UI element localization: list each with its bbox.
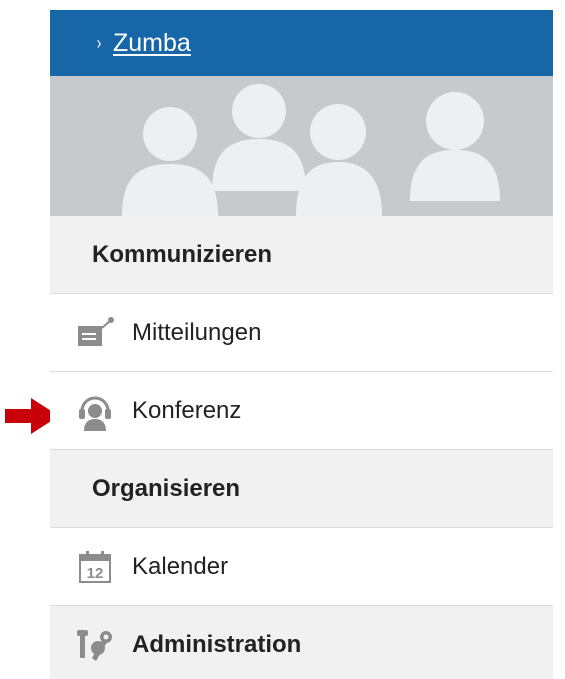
section-administration[interactable]: Administration — [50, 606, 553, 679]
chevron-right-icon: › — [96, 32, 102, 53]
message-board-icon — [66, 313, 124, 353]
menu-item-mitteilungen[interactable]: Mitteilungen — [50, 294, 553, 372]
menu-item-label: Kalender — [132, 552, 229, 580]
menu-item-label: Konferenz — [132, 396, 242, 424]
calendar-icon: 12 — [66, 547, 124, 587]
group-header[interactable]: › Zumba — [50, 10, 553, 76]
section-organisieren: Organisieren — [50, 450, 553, 528]
section-label: Kommunizieren — [92, 240, 273, 268]
section-label: Administration — [132, 631, 302, 658]
page: › Zumba Kommunizieren Mitteilungen Konfe… — [0, 0, 565, 679]
people-avatars-icon — [122, 84, 500, 216]
group-name-link[interactable]: Zumba — [113, 29, 191, 58]
group-sidebar: › Zumba Kommunizieren Mitteilungen Konfe… — [50, 10, 553, 679]
tools-icon — [66, 625, 124, 665]
section-label: Organisieren — [92, 474, 241, 502]
section-kommunizieren: Kommunizieren — [50, 216, 553, 294]
group-banner — [50, 76, 553, 216]
menu-item-kalender[interactable]: 12 Kalender — [50, 528, 553, 606]
headset-conference-icon — [66, 391, 124, 431]
calendar-day-number: 12 — [87, 565, 104, 582]
menu-item-label: Mitteilungen — [132, 318, 262, 346]
menu-item-konferenz[interactable]: Konferenz — [50, 372, 553, 450]
